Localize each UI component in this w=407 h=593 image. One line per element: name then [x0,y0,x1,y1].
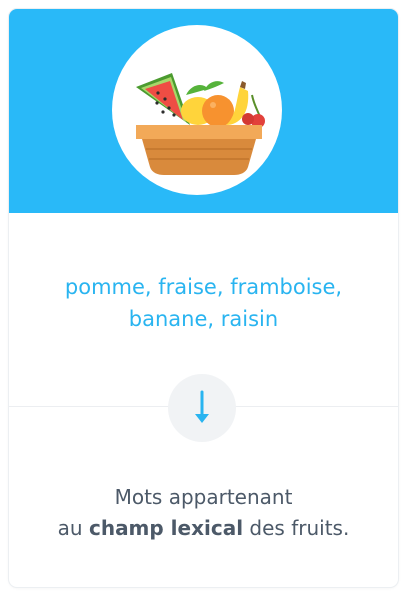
description-line-1: Mots appartenant [114,485,293,509]
description: Mots appartenant au champ lexical des fr… [9,482,398,544]
word-list: pomme, fraise, framboise, banane, raisin [9,271,398,335]
watermelon-icon [136,73,190,125]
lesson-card: pomme, fraise, framboise, banane, raisin… [9,9,398,587]
description-suffix: des fruits. [243,516,350,540]
word-list-line-1: pomme, fraise, framboise, [64,275,343,299]
description-keyword: champ lexical [88,516,244,540]
word-list-line-2: banane, raisin [128,307,279,331]
illustration-header [9,9,398,213]
description-prefix: au [57,516,89,540]
basket-icon [136,125,262,175]
fruit-basket-icon [136,73,265,175]
arrow-down-icon [195,390,209,423]
illustration-circle [112,25,282,195]
description-line-2: au champ lexical des fruits. [9,513,398,544]
arrow-circle [168,374,236,442]
